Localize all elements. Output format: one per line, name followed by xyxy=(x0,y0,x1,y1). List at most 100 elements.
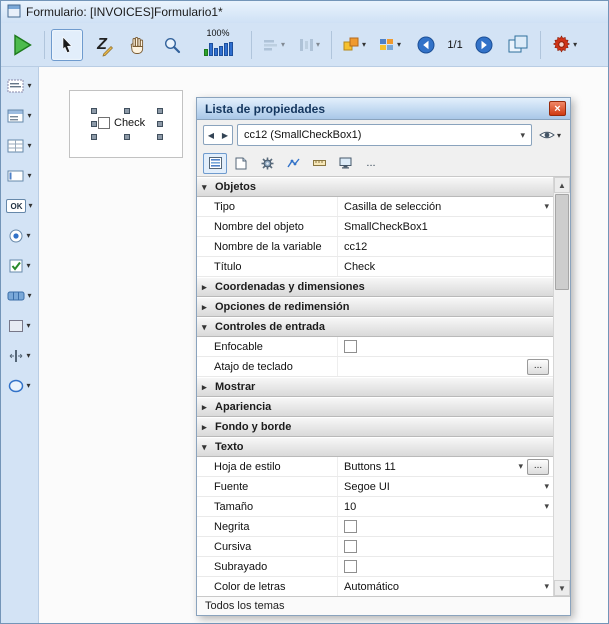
visibility-menu-button[interactable]: ▾ xyxy=(536,127,564,143)
property-row-tipo: Tipo Casilla de selección ▾ xyxy=(197,197,553,217)
section-header-apariencia[interactable]: ▸ Apariencia xyxy=(197,397,553,417)
fuente-combobox[interactable]: Segoe UI ▾ xyxy=(337,477,553,496)
checkbox-glyph xyxy=(98,117,110,129)
run-button[interactable] xyxy=(6,29,38,61)
selection-handle[interactable] xyxy=(124,134,130,140)
buttonbar-tool-button[interactable]: ▾ xyxy=(7,285,31,306)
tab-more[interactable]: ... xyxy=(359,153,383,174)
section-header-redimension[interactable]: ▸ Opciones de redimensión xyxy=(197,297,553,317)
color-letras-combobox[interactable]: Automático ▾ xyxy=(337,577,553,596)
tab-coordinates[interactable] xyxy=(307,153,331,174)
zoom-bars-icon[interactable] xyxy=(204,40,233,56)
selection-handle[interactable] xyxy=(91,121,97,127)
form-canvas[interactable]: Check Lista de propiedades × ◀ ▶ cc12 (S… xyxy=(39,67,608,623)
hand-icon xyxy=(128,36,146,54)
order-menu-button[interactable]: ▾ xyxy=(338,30,371,60)
button-tool-button[interactable]: OK ▾ xyxy=(6,195,32,216)
combo-tool-button[interactable]: ▾ xyxy=(7,105,31,126)
enfocable-checkbox[interactable] xyxy=(344,340,357,353)
listbox-tool-button[interactable]: ▾ xyxy=(7,135,31,156)
selection-handle[interactable] xyxy=(157,121,163,127)
section-header-mostrar[interactable]: ▸ Mostrar xyxy=(197,377,553,397)
selection-handle[interactable] xyxy=(157,108,163,114)
hoja-estilo-ellipsis-button[interactable]: ... xyxy=(527,459,549,475)
tab-settings[interactable] xyxy=(255,153,279,174)
property-list-titlebar[interactable]: Lista de propiedades × xyxy=(197,98,570,120)
tab-display[interactable] xyxy=(333,153,357,174)
selection-handle[interactable] xyxy=(157,134,163,140)
object-selector-combobox[interactable]: cc12 (SmallCheckBox1) ▾ xyxy=(237,124,532,146)
section-header-controles[interactable]: ▾ Controles de entrada xyxy=(197,317,553,337)
property-grid: ▾ Objetos Tipo Casilla de selección ▾ No… xyxy=(197,176,570,596)
section-header-coordenadas[interactable]: ▸ Coordenadas y dimensiones xyxy=(197,277,553,297)
chevron-down-icon: ▾ xyxy=(27,141,31,150)
scrollbar-thumb[interactable] xyxy=(555,194,569,290)
chevron-down-icon: ▾ xyxy=(316,40,320,49)
page-navigation: 1/1 xyxy=(417,36,493,54)
selection-handle[interactable] xyxy=(91,108,97,114)
titulo-field[interactable]: Check xyxy=(337,257,553,276)
align-menu-button[interactable]: ▾ xyxy=(258,30,290,60)
checkbox-tool-button[interactable]: ▾ xyxy=(8,255,30,276)
close-button[interactable]: × xyxy=(549,101,566,116)
collapsed-icon: ▸ xyxy=(202,422,210,433)
tab-form[interactable] xyxy=(229,153,253,174)
cursiva-checkbox[interactable] xyxy=(344,540,357,553)
scroll-down-button[interactable]: ▼ xyxy=(554,580,570,596)
input-tool-button[interactable]: ▾ xyxy=(7,165,31,186)
entry-order-tool-button[interactable]: Z xyxy=(86,29,118,61)
property-row-titulo: Título Check xyxy=(197,257,553,277)
pointer-tool-button[interactable] xyxy=(51,29,83,61)
text-tool-button[interactable]: ▾ xyxy=(7,75,31,96)
subrayado-checkbox[interactable] xyxy=(344,560,357,573)
distribute-menu-button[interactable]: ▾ xyxy=(293,30,325,60)
chevron-down-icon: ▾ xyxy=(544,581,549,592)
chevron-down-icon: ▾ xyxy=(544,481,549,492)
combo-tool-icon xyxy=(7,108,25,124)
selected-checkbox-object[interactable]: Check xyxy=(94,111,160,137)
radio-tool-button[interactable]: ▾ xyxy=(8,225,30,246)
scroll-up-button[interactable]: ▲ xyxy=(554,177,570,193)
checkbox-tool-icon xyxy=(8,258,24,274)
hoja-estilo-combobox[interactable]: Buttons 11 ▾ ... xyxy=(337,457,553,476)
listbox-tool-icon xyxy=(7,138,25,154)
settings-menu-button[interactable]: ▾ xyxy=(547,30,582,60)
monitor-icon xyxy=(339,157,352,169)
selection-handle[interactable] xyxy=(124,108,130,114)
zoom-tool-button[interactable] xyxy=(156,29,188,61)
atajo-ellipsis-button[interactable]: ... xyxy=(527,359,549,375)
section-header-objetos[interactable]: ▾ Objetos xyxy=(197,177,553,197)
insert-menu-button[interactable]: ▾ xyxy=(374,30,406,60)
form-page-area[interactable]: Check xyxy=(69,90,183,158)
input-tool-icon xyxy=(7,168,25,184)
tab-all-themes[interactable] xyxy=(203,153,227,174)
next-page-button[interactable] xyxy=(475,36,493,54)
rectangle-tool-button[interactable]: ▾ xyxy=(8,315,30,336)
selection-handle[interactable] xyxy=(91,134,97,140)
pencil-icon xyxy=(102,45,114,57)
section-header-texto[interactable]: ▾ Texto xyxy=(197,437,553,457)
tamano-combobox[interactable]: 10 ▾ xyxy=(337,497,553,516)
windows-button[interactable] xyxy=(502,29,534,61)
checkbox-control[interactable]: Check xyxy=(98,117,145,129)
nombre-variable-field[interactable]: cc12 xyxy=(337,237,553,256)
expanded-icon: ▾ xyxy=(202,182,210,193)
vertical-scrollbar[interactable]: ▲ ▼ xyxy=(553,177,570,596)
negrita-checkbox[interactable] xyxy=(344,520,357,533)
pan-tool-button[interactable] xyxy=(121,29,153,61)
prev-object-button[interactable]: ◀ xyxy=(204,126,218,144)
chevron-down-icon: ▾ xyxy=(26,351,30,360)
chevron-down-icon: ▾ xyxy=(26,261,30,270)
next-object-button[interactable]: ▶ xyxy=(218,126,232,144)
splitter-tool-button[interactable]: ▾ xyxy=(8,345,30,366)
atajo-field[interactable]: ... xyxy=(337,357,553,376)
oval-tool-button[interactable]: ▾ xyxy=(8,375,30,396)
prev-page-button[interactable] xyxy=(417,36,435,54)
section-header-fondo[interactable]: ▸ Fondo y borde xyxy=(197,417,553,437)
zoom-level-widget[interactable]: 100% xyxy=(191,28,245,62)
nombre-objeto-field[interactable]: SmallCheckBox1 xyxy=(337,217,553,236)
buttonbar-tool-icon xyxy=(7,289,25,303)
tab-events[interactable] xyxy=(281,153,305,174)
object-tool-palette: ▾ ▾ ▾ ▾ OK ▾ ▾ xyxy=(1,67,39,623)
tipo-combobox[interactable]: Casilla de selección ▾ xyxy=(337,197,553,216)
